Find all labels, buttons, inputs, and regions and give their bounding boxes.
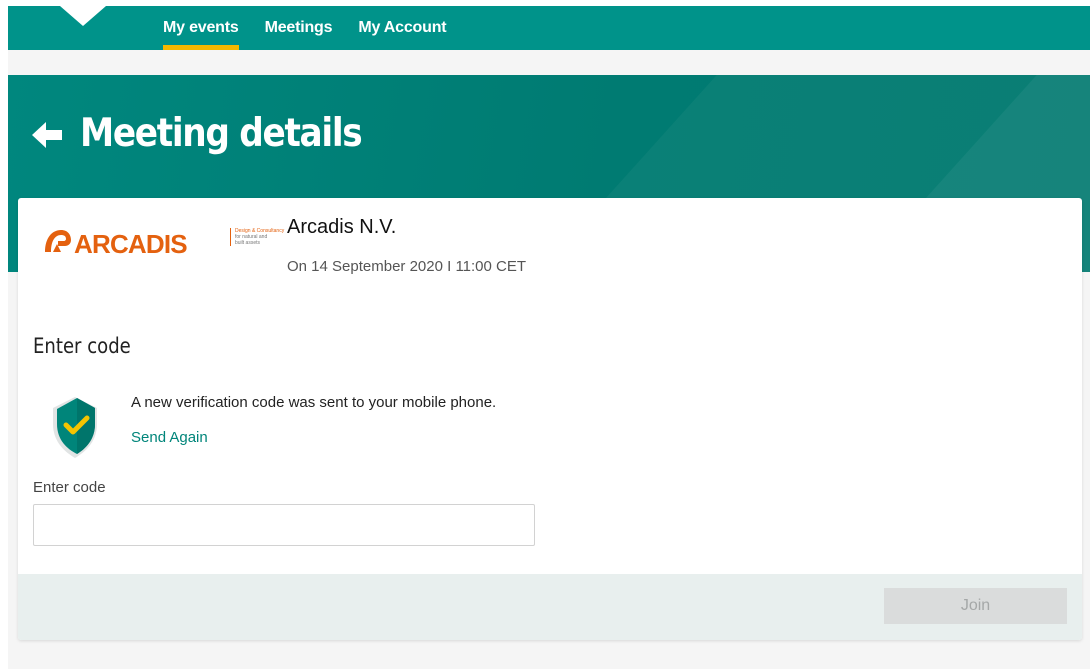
nav-item-meetings[interactable]: Meetings — [265, 6, 333, 50]
card-footer: Join — [18, 574, 1082, 640]
nav-item-my-account[interactable]: My Account — [358, 6, 446, 50]
send-again-link[interactable]: Send Again — [131, 429, 208, 446]
company-logo: ARCADIS Design & Consultancy for natural… — [44, 224, 284, 259]
nav-notch — [60, 6, 106, 26]
logo-wordmark: ARCADIS — [74, 229, 188, 259]
sub-bar — [8, 50, 1090, 75]
join-button[interactable]: Join — [884, 588, 1067, 624]
company-name: Arcadis N.V. — [287, 216, 397, 238]
page-title: Meeting details — [80, 111, 363, 156]
arcadis-logo-icon — [45, 230, 71, 252]
nav-menu: My events Meetings My Account — [163, 6, 472, 50]
verification-message: A new verification code was sent to your… — [131, 394, 497, 411]
meeting-date: On 14 September 2020 I 11:00 CET — [287, 258, 527, 275]
top-navbar: My events Meetings My Account — [8, 6, 1090, 50]
shield-check-icon — [53, 397, 97, 458]
section-title: Enter code — [33, 334, 131, 358]
arrow-left-icon[interactable] — [30, 119, 64, 151]
meeting-card: ARCADIS Design & Consultancy for natural… — [18, 198, 1082, 640]
nav-item-my-events[interactable]: My events — [163, 6, 239, 50]
code-input[interactable] — [33, 504, 535, 546]
code-field-label: Enter code — [33, 479, 106, 496]
